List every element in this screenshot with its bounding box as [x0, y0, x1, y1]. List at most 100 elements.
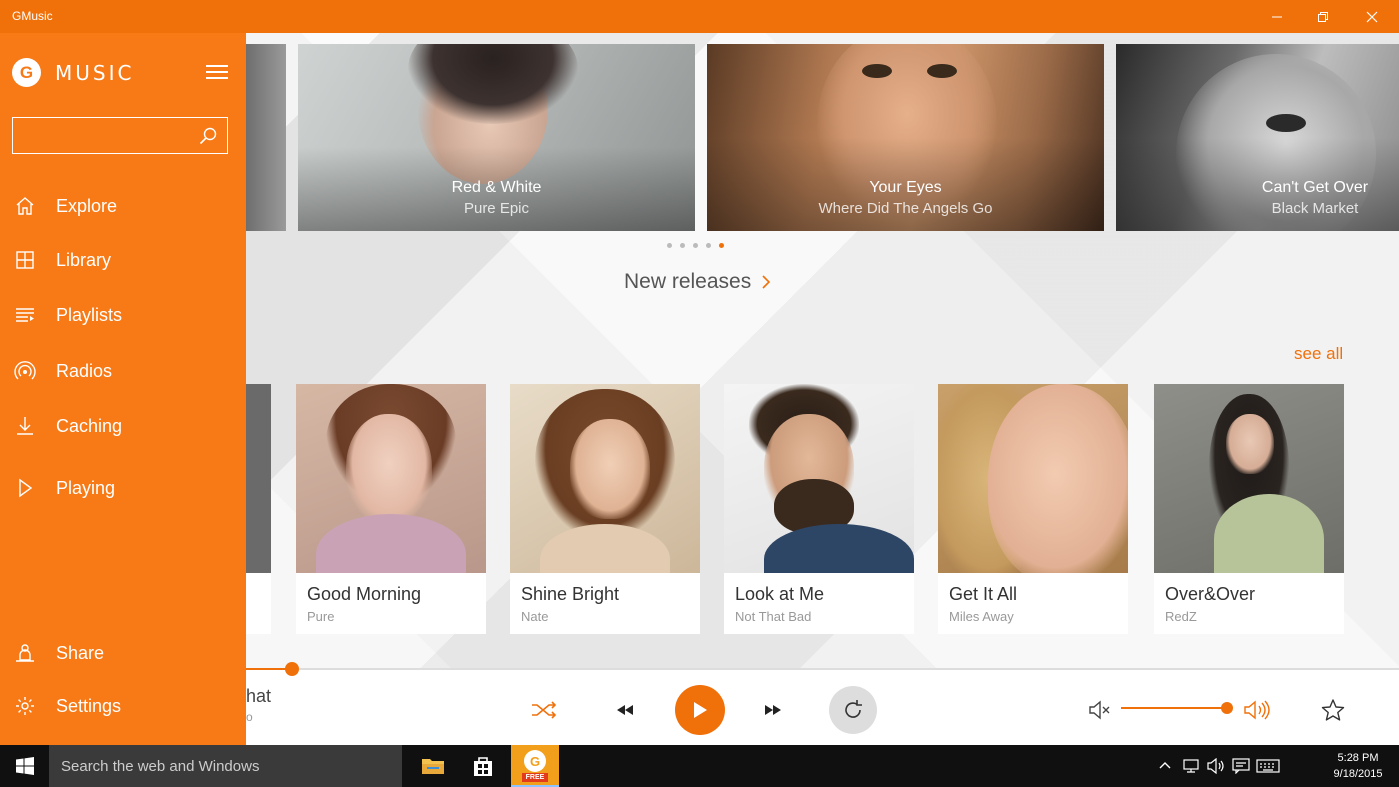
fast-forward-icon	[765, 705, 781, 715]
clock-date: 9/18/2015	[1333, 768, 1383, 780]
featured-subtitle: Pure Epic	[463, 200, 530, 217]
folder-icon	[422, 759, 444, 774]
store-button[interactable]	[459, 745, 507, 787]
restore-button[interactable]	[1300, 0, 1346, 33]
volume-slider[interactable]	[1121, 707, 1227, 709]
album-card[interactable]: Good Morning Pure	[296, 384, 486, 634]
home-icon	[16, 197, 34, 215]
album-artist: Miles Away	[949, 609, 1014, 624]
nav-share[interactable]: Share	[0, 631, 246, 675]
see-all-link[interactable]: see all	[1294, 344, 1343, 364]
nav-label: Caching	[56, 415, 123, 436]
album-card[interactable]: Shine Bright Nate	[510, 384, 700, 634]
nav-label: Explore	[56, 195, 118, 216]
album-card[interactable]: Get It All Miles Away	[938, 384, 1128, 634]
file-explorer-button[interactable]	[409, 745, 457, 787]
radio-icon	[14, 361, 36, 380]
featured-banner[interactable]: Your Eyes Where Did The Angels Go	[707, 44, 1104, 231]
minimize-button[interactable]	[1254, 0, 1300, 33]
app-logo: G MUSIC	[12, 58, 134, 87]
featured-subtitle: Where Did The Angels Go	[818, 200, 993, 217]
album-card[interactable]: Over&Over RedZ	[1154, 384, 1344, 634]
carousel-dot[interactable]	[706, 243, 711, 248]
shuffle-button[interactable]	[524, 693, 564, 727]
repeat-button[interactable]	[829, 686, 877, 734]
nav-settings[interactable]: Settings	[0, 684, 246, 728]
nav-explore[interactable]: Explore	[0, 184, 246, 228]
download-icon	[17, 417, 33, 435]
free-badge: FREE	[522, 773, 548, 782]
carousel-dot[interactable]	[693, 243, 698, 248]
close-button[interactable]	[1349, 0, 1395, 33]
nav-library[interactable]: Library	[0, 238, 246, 282]
mute-button[interactable]	[1085, 695, 1115, 725]
gmusic-taskbar-button[interactable]: G FREE	[511, 745, 559, 787]
gmusic-window: GMusic Red & White Pure Epic Your Eyes W…	[0, 0, 1399, 787]
search-box	[12, 117, 228, 154]
favorite-button[interactable]	[1317, 695, 1349, 725]
now-playing-artist: o	[246, 710, 253, 724]
window-title: GMusic	[12, 9, 53, 23]
nav-label: Settings	[56, 695, 122, 716]
nav-label: Radios	[56, 360, 113, 381]
windows-logo-icon	[15, 757, 34, 775]
nav-radios[interactable]: Radios	[0, 349, 246, 393]
album-artist: RedZ	[1165, 609, 1197, 624]
album-card[interactable]: Look at Me Not That Bad	[724, 384, 914, 634]
section-title: New releases	[624, 270, 752, 293]
carousel-pagination	[667, 243, 724, 248]
shuffle-icon	[532, 701, 557, 719]
gmusic-taskbar-icon: G FREE	[520, 747, 550, 783]
nav-playing[interactable]: Playing	[0, 466, 246, 510]
previous-button[interactable]	[608, 695, 642, 725]
search-input[interactable]	[13, 118, 193, 153]
network-icon[interactable]	[1182, 758, 1200, 774]
windows-taskbar: Search the web and Windows G FREE 5:28 P…	[0, 745, 1399, 787]
chevron-up-icon[interactable]	[1158, 758, 1172, 772]
search-icon[interactable]	[199, 127, 217, 145]
minimize-icon	[1272, 16, 1282, 17]
speaker-icon[interactable]	[1207, 758, 1225, 774]
featured-banner[interactable]: Red & White Pure Epic	[298, 44, 695, 231]
album-art	[1154, 384, 1344, 573]
menu-toggle-button[interactable]	[206, 65, 228, 81]
volume-handle[interactable]	[1221, 702, 1233, 714]
chevron-right-icon	[762, 275, 771, 289]
nav-label: Share	[56, 642, 105, 663]
album-art	[724, 384, 914, 573]
next-button[interactable]	[756, 695, 790, 725]
play-button[interactable]	[675, 685, 725, 735]
carousel-dot-active[interactable]	[719, 243, 724, 248]
nav-label: Library	[56, 249, 112, 270]
carousel-dot[interactable]	[667, 243, 672, 248]
keyboard-icon[interactable]	[1256, 758, 1280, 774]
carousel-dot[interactable]	[680, 243, 685, 248]
album-title: Good Morning	[307, 584, 422, 604]
featured-subtitle: Black Market	[1271, 200, 1359, 217]
play-icon	[694, 702, 707, 718]
gear-icon	[16, 697, 34, 715]
action-center-icon[interactable]	[1232, 758, 1250, 774]
mute-icon	[1089, 700, 1110, 720]
album-artist: Not That Bad	[735, 609, 812, 624]
nav-playlists[interactable]: Playlists	[0, 293, 246, 337]
start-button[interactable]	[0, 745, 49, 787]
now-playing-title: hat	[246, 686, 272, 706]
nav-label: Playlists	[56, 304, 123, 325]
album-title: Over&Over	[1165, 584, 1256, 604]
new-releases-link[interactable]: New releases	[624, 270, 771, 294]
taskbar-search-box[interactable]: Search the web and Windows	[49, 745, 402, 787]
album-artist: Pure	[307, 609, 335, 624]
album-title: Shine Bright	[521, 584, 620, 604]
clock-time: 5:28 PM	[1337, 752, 1379, 764]
progress-handle[interactable]	[285, 662, 300, 676]
album-artist: Nate	[521, 609, 549, 624]
nav-caching[interactable]: Caching	[0, 404, 246, 448]
close-icon	[1366, 11, 1378, 22]
album-card-partial[interactable]	[246, 384, 271, 634]
volume-up-button[interactable]	[1240, 695, 1274, 725]
taskbar-clock[interactable]: 5:28 PM 9/18/2015	[1320, 750, 1396, 782]
featured-banner[interactable]: Can't Get Over Black Market	[1116, 44, 1399, 231]
featured-banner-partial[interactable]	[246, 44, 286, 231]
playlist-icon	[16, 308, 34, 322]
